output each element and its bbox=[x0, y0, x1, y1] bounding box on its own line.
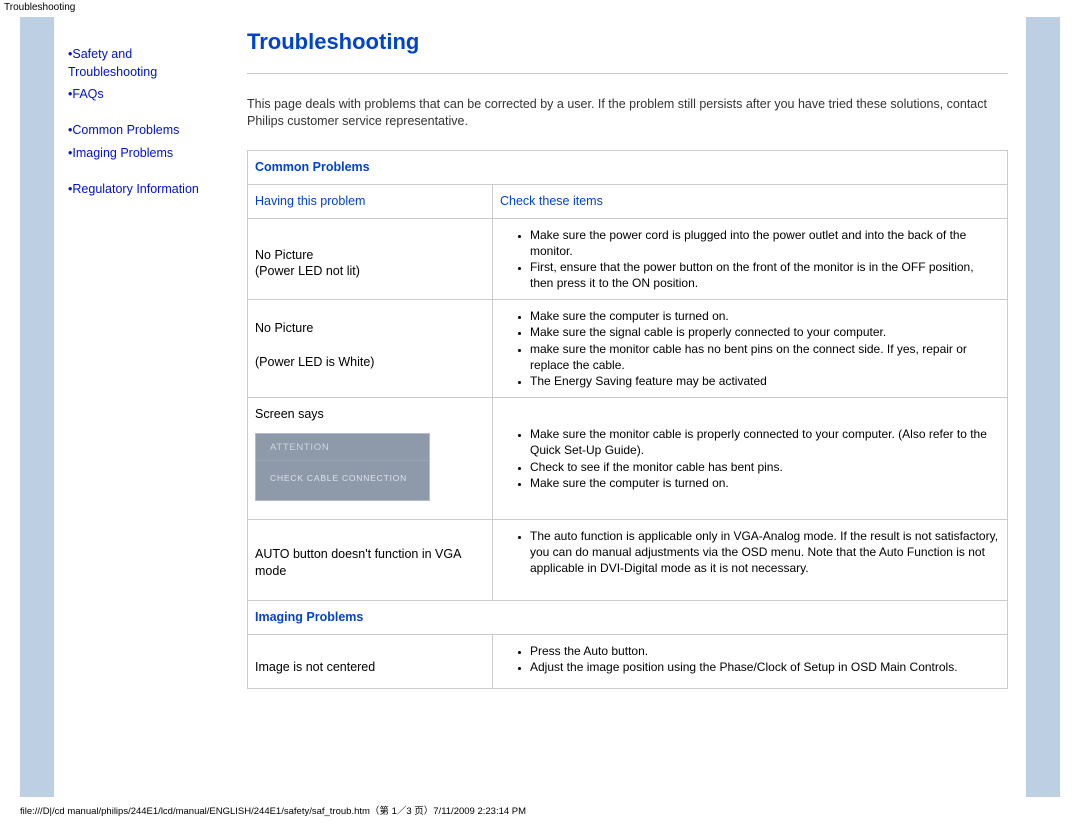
page-path-label: Troubleshooting bbox=[0, 0, 1080, 17]
section-heading-imaging: Imaging Problems bbox=[248, 600, 1008, 634]
page-title: Troubleshooting bbox=[247, 29, 1008, 55]
problem-cell: Screen says ATTENTION CHECK CABLE CONNEC… bbox=[248, 398, 493, 520]
check-cell: Make sure the computer is turned on. Mak… bbox=[493, 300, 1008, 398]
check-item: The Energy Saving feature may be activat… bbox=[530, 373, 1000, 389]
check-cell: Make sure the power cord is plugged into… bbox=[493, 218, 1008, 300]
check-item: Press the Auto button. bbox=[530, 643, 1000, 659]
check-item: make sure the monitor cable has no bent … bbox=[530, 341, 1000, 373]
problem-cell: Image is not centered bbox=[248, 634, 493, 688]
check-item: Make sure the computer is turned on. bbox=[530, 475, 1000, 491]
troubleshooting-table: Common Problems Having this problem Chec… bbox=[247, 150, 1008, 689]
check-item: Make sure the signal cable is properly c… bbox=[530, 324, 1000, 340]
check-item: The auto function is applicable only in … bbox=[530, 528, 1000, 577]
sidebar-item-regulatory[interactable]: •Regulatory Information bbox=[68, 180, 219, 198]
title-divider bbox=[247, 73, 1008, 74]
attention-title: ATTENTION bbox=[256, 434, 429, 461]
sidebar-item-common-problems[interactable]: •Common Problems bbox=[68, 121, 219, 139]
check-cell: The auto function is applicable only in … bbox=[493, 520, 1008, 601]
check-cell: Press the Auto button. Adjust the image … bbox=[493, 634, 1008, 688]
check-item: Check to see if the monitor cable has be… bbox=[530, 459, 1000, 475]
section-heading-common: Common Problems bbox=[248, 150, 1008, 184]
table-row: No Picture (Power LED not lit) Make sure… bbox=[248, 218, 1008, 300]
table-row: No Picture (Power LED is White) Make sur… bbox=[248, 300, 1008, 398]
main-content: Troubleshooting This page deals with pro… bbox=[229, 17, 1026, 797]
column-heading-problem: Having this problem bbox=[248, 184, 493, 218]
sidebar-item-faqs[interactable]: •FAQs bbox=[68, 85, 219, 103]
problem-cell: AUTO button doesn't function in VGA mode bbox=[248, 520, 493, 601]
problem-cell: No Picture (Power LED not lit) bbox=[248, 218, 493, 300]
footer-file-path: file:///D|/cd manual/philips/244E1/lcd/m… bbox=[0, 801, 1080, 821]
check-cell: Make sure the monitor cable is properly … bbox=[493, 398, 1008, 520]
attention-graphic: ATTENTION CHECK CABLE CONNECTION bbox=[255, 433, 430, 501]
table-row: AUTO button doesn't function in VGA mode… bbox=[248, 520, 1008, 601]
header-row: Having this problem Check these items bbox=[248, 184, 1008, 218]
check-item: Make sure the computer is turned on. bbox=[530, 308, 1000, 324]
table-row: Image is not centered Press the Auto but… bbox=[248, 634, 1008, 688]
column-heading-check: Check these items bbox=[493, 184, 1008, 218]
check-item: Make sure the monitor cable is properly … bbox=[530, 426, 1000, 458]
sidebar-nav: •Safety and Troubleshooting •FAQs •Commo… bbox=[54, 17, 229, 797]
check-item: First, ensure that the power button on t… bbox=[530, 259, 1000, 291]
section-row-imaging: Imaging Problems bbox=[248, 600, 1008, 634]
page-frame: •Safety and Troubleshooting •FAQs •Commo… bbox=[20, 17, 1060, 797]
table-row: Screen says ATTENTION CHECK CABLE CONNEC… bbox=[248, 398, 1008, 520]
check-item: Adjust the image position using the Phas… bbox=[530, 659, 1000, 675]
section-row-common: Common Problems bbox=[248, 150, 1008, 184]
sidebar-item-imaging-problems[interactable]: •Imaging Problems bbox=[68, 144, 219, 162]
attention-body: CHECK CABLE CONNECTION bbox=[256, 461, 429, 484]
intro-paragraph: This page deals with problems that can b… bbox=[247, 96, 1008, 130]
sidebar-item-safety[interactable]: •Safety and Troubleshooting bbox=[68, 45, 219, 81]
problem-cell: No Picture (Power LED is White) bbox=[248, 300, 493, 398]
check-item: Make sure the power cord is plugged into… bbox=[530, 227, 1000, 259]
